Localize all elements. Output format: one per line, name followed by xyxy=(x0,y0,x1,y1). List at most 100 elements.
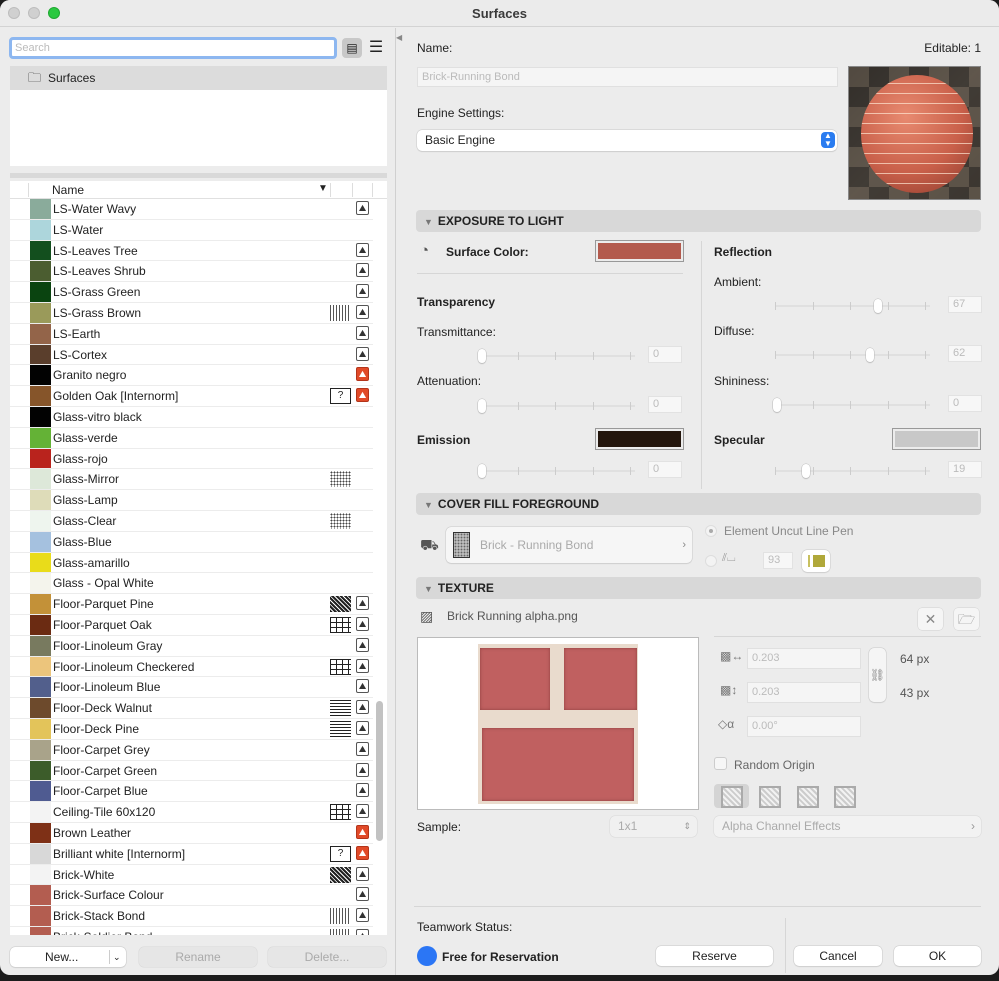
shininess-slider[interactable] xyxy=(773,398,930,412)
emission-value[interactable]: 0 xyxy=(648,461,682,478)
list-item[interactable]: Floor-Carpet Grey ⛰ xyxy=(10,739,373,761)
list-item[interactable]: LS-Water xyxy=(10,219,373,241)
pen-color-button[interactable] xyxy=(802,550,830,572)
slider-knob[interactable] xyxy=(801,464,810,478)
emission-slider[interactable] xyxy=(478,464,635,478)
list-item[interactable]: Brick-Surface Colour ⛰ xyxy=(10,885,373,907)
diffuse-value[interactable]: 62 xyxy=(948,345,982,362)
surface-color-swatch[interactable] xyxy=(595,240,684,262)
engine-select[interactable]: Basic Engine ▲ ▼ xyxy=(417,130,837,151)
ambient-value[interactable]: 67 xyxy=(948,296,982,313)
cover-fill-section-header[interactable]: ▼ COVER FILL FOREGROUND xyxy=(416,493,981,515)
list-item[interactable]: Glass-verde xyxy=(10,427,373,449)
list-item[interactable]: LS-Leaves Shrub ⛰ xyxy=(10,261,373,283)
panel-splitter[interactable] xyxy=(10,173,387,178)
list-item[interactable]: Glass-Blue xyxy=(10,531,373,553)
pen-number-field[interactable]: 93 xyxy=(763,552,793,569)
specular-value[interactable]: 19 xyxy=(948,461,982,478)
exposure-section-header[interactable]: ▼ EXPOSURE TO LIGHT xyxy=(416,210,981,232)
transmittance-value[interactable]: 0 xyxy=(648,346,682,363)
list-item[interactable]: Floor-Linoleum Blue ⛰ xyxy=(10,677,373,699)
slider-knob[interactable] xyxy=(866,348,874,362)
list-item[interactable]: LS-Cortex ⛰ xyxy=(10,344,373,366)
list-item[interactable]: Glass - Opal White xyxy=(10,573,373,595)
color-swatch xyxy=(30,365,51,386)
delete-button[interactable]: Delete... xyxy=(268,947,386,967)
list-item[interactable]: Brick-Stack Bond ⛰ xyxy=(10,906,373,927)
cancel-button[interactable]: Cancel xyxy=(794,946,882,966)
list-view-button[interactable]: ☰ xyxy=(367,38,385,58)
slider-knob[interactable] xyxy=(773,398,781,412)
specular-color-swatch[interactable] xyxy=(892,428,981,450)
list-item[interactable]: Ceiling-Tile 60x120 ⛰ xyxy=(10,802,373,823)
transmittance-slider[interactable] xyxy=(478,349,635,363)
list-item[interactable]: Floor-Carpet Blue ⛰ xyxy=(10,781,373,803)
mirror-none-button[interactable] xyxy=(721,786,743,808)
list-scrollbar[interactable] xyxy=(376,701,383,841)
list-item[interactable]: LS-Leaves Tree ⛰ xyxy=(10,240,373,262)
list-item[interactable]: Brilliant white [Internorm]? ⛰ xyxy=(10,843,373,865)
list-item[interactable]: Brick-White ⛰ xyxy=(10,864,373,886)
ambient-slider[interactable] xyxy=(775,299,930,313)
list-item[interactable]: Floor-Carpet Green ⛰ xyxy=(10,760,373,782)
list-item[interactable]: Glass-Lamp xyxy=(10,490,373,511)
rename-button[interactable]: Rename xyxy=(139,947,257,967)
slider-knob[interactable] xyxy=(478,399,486,413)
search-input[interactable]: Search xyxy=(9,37,337,59)
list-item[interactable]: LS-Earth ⛰ xyxy=(10,323,373,345)
list-item[interactable]: Glass-vitro black xyxy=(10,406,373,428)
list-item[interactable]: Floor-Parquet Oak ⛰ xyxy=(10,614,373,636)
texture-angle-field[interactable]: 0.00° xyxy=(747,716,861,737)
attenuation-value[interactable]: 0 xyxy=(648,396,682,413)
load-texture-button[interactable]: 🗁 xyxy=(954,608,979,630)
list-item[interactable]: Floor-Deck Pine ⛰ xyxy=(10,718,373,740)
list-item[interactable]: Glass-amarillo xyxy=(10,552,373,574)
new-button[interactable]: New... ⌄ xyxy=(10,947,126,967)
texture-width-field[interactable]: 0.203 xyxy=(747,648,861,669)
list-item[interactable]: LS-Grass Green ⛰ xyxy=(10,282,373,303)
list-item[interactable]: Floor-Linoleum Gray ⛰ xyxy=(10,635,373,657)
list-item[interactable]: Glass-rojo xyxy=(10,448,373,470)
emission-color-swatch[interactable] xyxy=(595,428,684,450)
folder-view-button[interactable]: ▤ xyxy=(342,38,362,58)
slider-knob[interactable] xyxy=(478,464,486,478)
column-header-name[interactable]: Name xyxy=(52,183,84,197)
cover-fill-picker[interactable]: Brick - Running Bond › xyxy=(446,527,692,563)
mirror-y-button[interactable] xyxy=(797,786,819,808)
ok-button[interactable]: OK xyxy=(894,946,981,966)
slider-tick xyxy=(775,302,776,310)
mirror-xy-button[interactable] xyxy=(834,786,856,808)
list-item[interactable]: Glass-Mirror xyxy=(10,469,373,491)
custom-pen-radio[interactable] xyxy=(705,555,717,567)
list-item[interactable]: LS-Grass Brown ⛰ xyxy=(10,302,373,324)
sample-select[interactable]: 1x1 ⇕ xyxy=(610,816,697,837)
mirror-x-button[interactable] xyxy=(759,786,781,808)
list-item[interactable]: Granito negro ⛰ xyxy=(10,365,373,387)
list-item[interactable]: Golden Oak [Internorm]? ⛰ xyxy=(10,386,373,407)
texture-section-header[interactable]: ▼ TEXTURE xyxy=(416,577,981,599)
link-proportions-button[interactable]: ⛓ xyxy=(869,648,886,702)
remove-texture-button[interactable]: ✕ xyxy=(918,608,943,630)
list-item[interactable]: LS-Water Wavy ⛰ xyxy=(10,199,373,220)
slider-knob[interactable] xyxy=(478,349,486,363)
uncut-line-pen-radio[interactable] xyxy=(705,525,717,537)
slider-knob[interactable] xyxy=(873,299,882,313)
list-item[interactable]: Floor-Deck Walnut ⛰ xyxy=(10,698,373,719)
reserve-button[interactable]: Reserve xyxy=(656,946,773,966)
chevron-down-icon[interactable]: ⌄ xyxy=(113,947,121,967)
list-item[interactable]: Brick-Soldier Bond ⛰ xyxy=(10,926,373,935)
attenuation-slider[interactable] xyxy=(478,399,635,413)
list-item[interactable]: Floor-Parquet Pine ⛰ xyxy=(10,594,373,615)
random-origin-checkbox[interactable] xyxy=(714,757,727,770)
specular-slider[interactable] xyxy=(775,464,930,478)
tree-item-surfaces[interactable]: 🗀 Surfaces xyxy=(10,66,387,90)
sort-descending-icon[interactable]: ▼ xyxy=(318,183,328,194)
alpha-channel-effects-button[interactable]: Alpha Channel Effects › xyxy=(714,816,981,837)
list-item[interactable]: Floor-Linoleum Checkered ⛰ xyxy=(10,656,373,678)
list-item[interactable]: Brown Leather ⛰ xyxy=(10,822,373,844)
shininess-value[interactable]: 0 xyxy=(948,395,982,412)
diffuse-slider[interactable] xyxy=(775,348,930,362)
texture-height-field[interactable]: 0.203 xyxy=(747,682,861,703)
list-item[interactable]: Glass-Clear xyxy=(10,510,373,532)
surface-name-field[interactable]: Brick-Running Bond xyxy=(417,67,838,87)
